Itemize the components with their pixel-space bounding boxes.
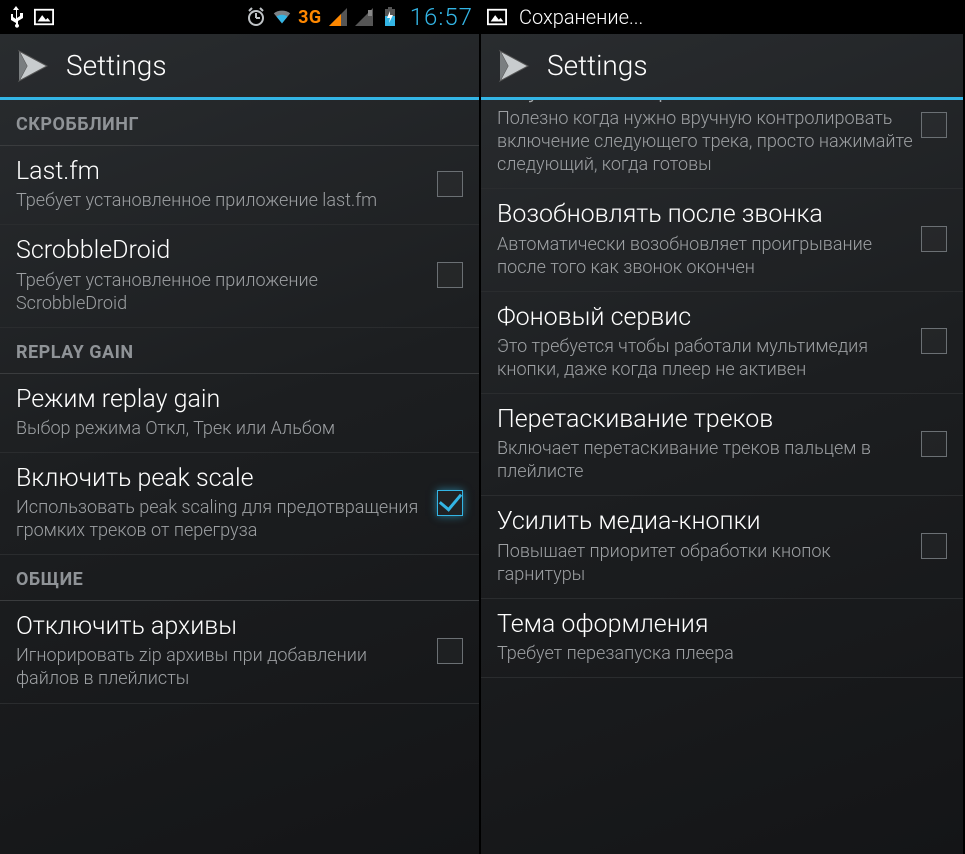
pref-title: Тема оформления <box>497 609 939 640</box>
pref-summary: Требует перезапуска плеера <box>497 642 939 665</box>
checkbox-pause-after-track[interactable] <box>921 112 947 138</box>
picture-icon <box>34 7 54 27</box>
pref-pause-after-track[interactable]: Пауза после трека Полезно когда нужно вр… <box>481 100 963 189</box>
pref-background-service[interactable]: Фоновый сервис Это требуется чтобы работ… <box>481 292 963 394</box>
checkbox-boost-media-buttons[interactable] <box>921 533 947 559</box>
category-replaygain: REPLAY GAIN <box>0 328 479 374</box>
status-bar: Сохранение... <box>481 0 963 34</box>
pref-title: Усилить медиа-кнопки <box>497 506 913 537</box>
pref-disable-archives[interactable]: Отключить архивы Игнорировать zip архивы… <box>0 601 479 703</box>
signal-sim2-icon <box>354 7 374 27</box>
pref-boost-media-buttons[interactable]: Усилить медиа-кнопки Повышает приоритет … <box>481 496 963 598</box>
pref-summary: Игнорировать zip архивы при добавлении ф… <box>16 644 429 690</box>
pref-summary: Выбор режима Откл, Трек или Альбом <box>16 417 455 440</box>
signal-sim1-icon <box>328 7 348 27</box>
screen-title: Settings <box>547 49 648 82</box>
pref-summary: Автоматически возобновляет проигрывание … <box>497 233 913 279</box>
app-logo-icon <box>493 46 533 86</box>
checkbox-drag-tracks[interactable] <box>921 431 947 457</box>
action-bar: Settings <box>0 34 479 100</box>
alarm-icon <box>246 7 266 27</box>
pref-title: Отключить архивы <box>16 611 429 642</box>
clock-time: 16:57 <box>410 3 473 31</box>
pref-title: ScrobbleDroid <box>16 235 429 266</box>
pref-title: Last.fm <box>16 156 429 187</box>
pref-replaygain-mode[interactable]: Режим replay gain Выбор режима Откл, Тре… <box>0 374 479 453</box>
pref-summary: Использовать peak scaling для предотвращ… <box>16 496 429 542</box>
preference-list[interactable]: Пауза после трека Полезно когда нужно вр… <box>481 100 963 854</box>
pref-theme[interactable]: Тема оформления Требует перезапуска плее… <box>481 599 963 678</box>
phone-screen-left: 3G 16:57 Settings СКРОББЛИНГ Last.fm Тре… <box>0 0 481 854</box>
pref-summary: Полезно когда нужно вручную контролирова… <box>497 107 913 176</box>
preference-list[interactable]: СКРОББЛИНГ Last.fm Требует установленное… <box>0 100 479 854</box>
pref-resume-after-call[interactable]: Возобновлять после звонка Автоматически … <box>481 189 963 291</box>
wifi-icon <box>272 7 292 27</box>
phone-screen-right: Сохранение... Settings Пауза после трека… <box>481 0 963 854</box>
pref-summary: Требует установленное приложение Scrobbl… <box>16 269 429 315</box>
pref-scrobbledroid[interactable]: ScrobbleDroid Требует установленное прил… <box>0 225 479 327</box>
pref-title: Включить peak scale <box>16 463 429 494</box>
checkbox-background-service[interactable] <box>921 328 947 354</box>
category-scrobbling: СКРОББЛИНГ <box>0 100 479 146</box>
pref-summary: Это требуется чтобы работали мультимедия… <box>497 335 913 381</box>
pref-summary: Включает перетаскивание треков пальцем в… <box>497 437 913 483</box>
checkbox-peak-scale[interactable] <box>437 490 463 516</box>
app-logo-icon <box>12 46 52 86</box>
pref-title: Возобновлять после звонка <box>497 199 913 230</box>
screen-title: Settings <box>66 49 167 82</box>
checkbox-resume-after-call[interactable] <box>921 226 947 252</box>
action-bar: Settings <box>481 34 963 100</box>
pref-summary: Повышает приоритет обработки кнопок гарн… <box>497 540 913 586</box>
pref-peak-scale[interactable]: Включить peak scale Использовать peak sc… <box>0 453 479 555</box>
category-general: ОБЩИЕ <box>0 555 479 601</box>
network-3g-label: 3G <box>298 7 322 28</box>
battery-charging-icon <box>380 7 400 27</box>
pref-title: Пауза после трека <box>497 100 913 105</box>
pref-lastfm[interactable]: Last.fm Требует установленное приложение… <box>0 146 479 225</box>
pref-title: Режим replay gain <box>16 384 455 415</box>
status-saving-text: Сохранение... <box>519 5 643 29</box>
usb-icon <box>6 7 26 27</box>
pref-title: Перетаскивание треков <box>497 404 913 435</box>
checkbox-lastfm[interactable] <box>437 171 463 197</box>
checkbox-scrobbledroid[interactable] <box>437 262 463 288</box>
pref-drag-tracks[interactable]: Перетаскивание треков Включает перетаски… <box>481 394 963 496</box>
status-bar: 3G 16:57 <box>0 0 479 34</box>
pref-summary: Требует установленное приложение last.fm <box>16 189 429 212</box>
checkbox-disable-archives[interactable] <box>437 638 463 664</box>
pref-title: Фоновый сервис <box>497 302 913 333</box>
picture-icon <box>487 7 507 27</box>
